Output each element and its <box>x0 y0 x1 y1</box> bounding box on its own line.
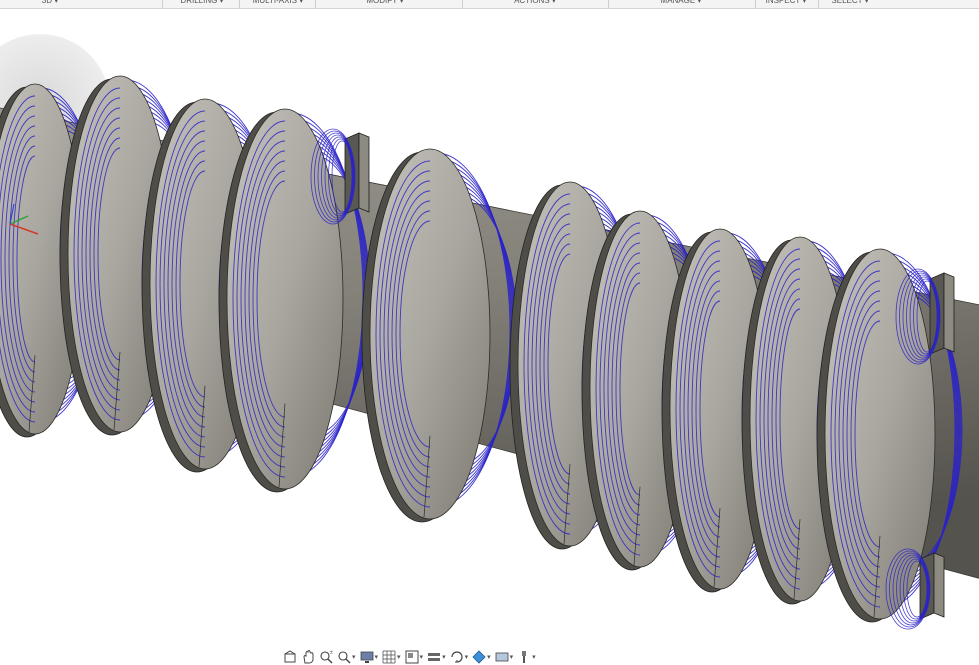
navigation-bar: ± ▾ ▾ ▾ ▾ ▾ ▾ ▾ ▾ ▾ <box>282 648 537 665</box>
chevron-down-icon[interactable]: ▾ <box>397 653 401 661</box>
chevron-down-icon[interactable]: ▾ <box>465 653 469 661</box>
viewports-icon <box>405 650 419 663</box>
toolbar-group-actions[interactable]: ACTIONS ▾ <box>490 0 580 8</box>
toolbar-group-modify[interactable]: MODIFY ▾ <box>340 0 430 8</box>
chevron-down-icon[interactable]: ▾ <box>532 653 536 661</box>
top-toolbar: 3D ▾ DRILLING ▾ MULTI-AXIS ▾ MODIFY ▾ AC… <box>0 0 979 9</box>
grid-icon <box>382 650 396 663</box>
section-icon <box>428 652 441 661</box>
thread-flanks <box>0 75 963 630</box>
viewcube-home-button[interactable] <box>282 649 298 664</box>
zoom-icon: ± <box>320 650 333 663</box>
flank-face <box>824 248 936 620</box>
orbit-button[interactable]: ▾ <box>449 649 470 664</box>
keyway-side <box>933 552 945 618</box>
chevron-down-icon[interactable]: ▾ <box>420 653 424 661</box>
display-settings-button[interactable]: ▾ <box>359 649 380 664</box>
chevron-down-icon[interactable]: ▾ <box>375 653 379 661</box>
chevron-down-icon[interactable]: ▾ <box>352 653 356 661</box>
appearance-button[interactable]: ▾ <box>471 649 492 664</box>
appearance-icon <box>472 649 486 664</box>
zoom-button[interactable]: ± <box>318 649 334 664</box>
environment-icon <box>495 652 509 661</box>
worm-shaft-toolpath-scene[interactable] <box>0 9 979 665</box>
toolbar-group-manage[interactable]: MANAGE ▾ <box>636 0 726 8</box>
chevron-down-icon[interactable]: ▾ <box>510 653 514 661</box>
toolbar-group-inspect[interactable]: INSPECT ▾ <box>758 0 814 8</box>
environment-button[interactable]: ▾ <box>494 649 515 664</box>
tool-display-button[interactable]: ▾ <box>516 649 537 664</box>
toolbar-group-select[interactable]: SELECT ▾ <box>822 0 878 8</box>
chevron-down-icon[interactable]: ▾ <box>442 653 446 661</box>
toolbar-separator <box>755 0 756 8</box>
grid-button[interactable]: ▾ <box>381 649 402 664</box>
fit-zoom-icon <box>338 650 351 663</box>
toolbar-separator <box>608 0 609 8</box>
svg-text:±: ± <box>330 650 333 656</box>
tool-display-icon <box>522 650 527 663</box>
canvas-viewport[interactable] <box>0 9 979 665</box>
toolbar-separator <box>462 0 463 8</box>
viewcube-home-icon <box>284 649 296 662</box>
pan-hand-button[interactable] <box>300 649 316 664</box>
toolbar-group-drilling[interactable]: DRILLING ▾ <box>170 0 234 8</box>
toolbar-separator <box>315 0 316 8</box>
toolbar-group-multiaxis[interactable]: MULTI-AXIS ▾ <box>246 0 310 8</box>
display-settings-icon <box>360 651 373 663</box>
pan-hand-icon <box>303 649 314 663</box>
viewports-button[interactable]: ▾ <box>404 649 425 664</box>
keyway-side <box>358 132 370 213</box>
toolbar-separator <box>239 0 240 8</box>
fit-zoom-button[interactable]: ▾ <box>336 649 357 664</box>
keyway-side <box>943 272 955 353</box>
chevron-down-icon[interactable]: ▾ <box>487 653 491 661</box>
toolbar-separator <box>818 0 819 8</box>
orbit-icon <box>450 650 463 663</box>
toolbar-group-3d[interactable]: 3D ▾ <box>20 0 80 8</box>
section-button[interactable]: ▾ <box>426 649 447 664</box>
toolbar-separator <box>162 0 163 8</box>
